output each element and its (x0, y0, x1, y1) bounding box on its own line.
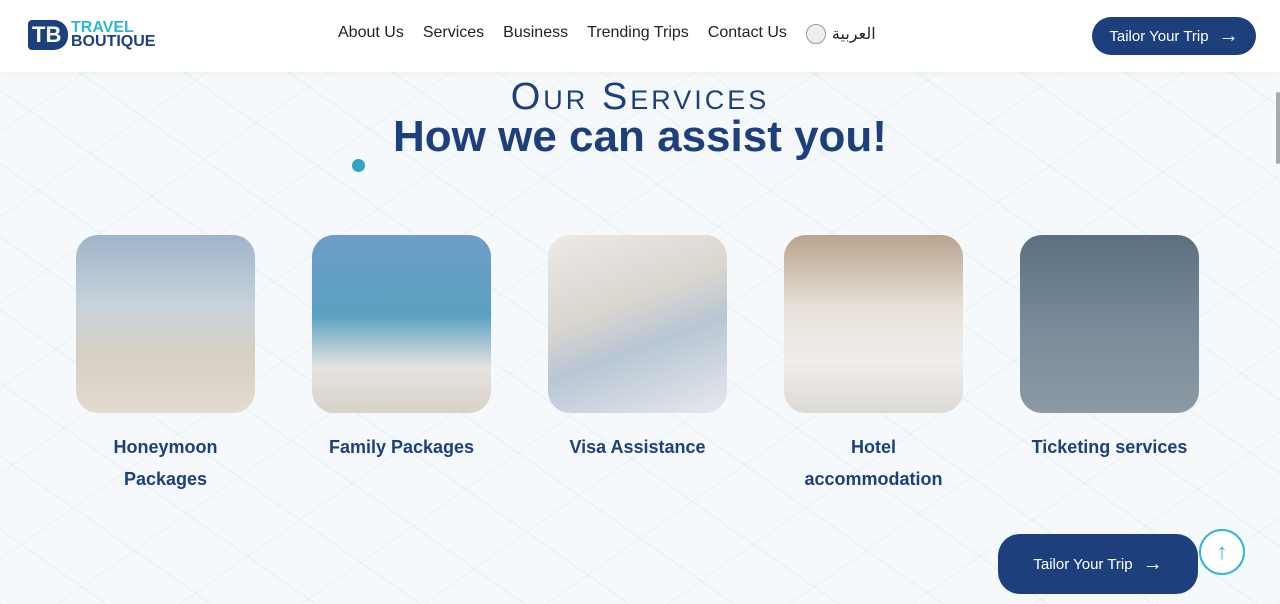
service-image (76, 235, 255, 413)
nav-trending-trips[interactable]: Trending Trips (587, 24, 689, 44)
scrollbar[interactable] (1276, 92, 1280, 164)
arrow-right-icon: → (1142, 552, 1163, 575)
button-label: Tailor Your Trip (1109, 27, 1209, 45)
service-image (784, 235, 963, 413)
service-label: Family Packages (328, 437, 475, 457)
scroll-to-top-button[interactable]: ↑ (1199, 529, 1245, 575)
service-label: Hotel accommodation (804, 437, 943, 489)
nav-about-us[interactable]: About Us (338, 24, 404, 44)
logo[interactable]: TB TRAVEL BOUTIQUE (28, 20, 155, 50)
decorative-dot (352, 159, 365, 172)
site-header: TB TRAVEL BOUTIQUE About Us Services Busi… (0, 0, 1280, 72)
globe-icon (805, 24, 826, 44)
button-label: Tailor Your Trip (1033, 555, 1133, 573)
service-card-hotel[interactable]: Hotel accommodation (784, 235, 963, 495)
nav-contact-us[interactable]: Contact Us (708, 24, 787, 44)
service-label: Honeymoon Packages (113, 437, 218, 489)
service-card-family[interactable]: Family Packages (312, 235, 491, 463)
tailor-trip-header-button[interactable]: Tailor Your Trip → (1092, 17, 1256, 55)
arrow-up-icon: ↑ (1216, 539, 1228, 564)
nav-services[interactable]: Services (423, 24, 484, 44)
nav-business[interactable]: Business (503, 24, 568, 44)
logo-line2: BOUTIQUE (71, 33, 156, 50)
language-label: العربية (831, 26, 876, 43)
service-label: Visa Assistance (569, 437, 706, 457)
language-switch[interactable]: العربية (805, 24, 876, 44)
logo-mark: TB (28, 20, 68, 50)
section-title: How we can assist you! (393, 112, 887, 161)
arrow-right-icon: → (1218, 24, 1239, 47)
service-card-visa[interactable]: Visa Assistance (548, 235, 727, 463)
tailor-trip-floating-button[interactable]: Tailor Your Trip → (998, 534, 1198, 594)
service-card-ticketing[interactable]: Ticketing services (1020, 235, 1199, 463)
service-label: Ticketing services (1031, 437, 1188, 457)
service-image (312, 235, 491, 413)
service-image (548, 235, 727, 413)
service-card-honeymoon[interactable]: Honeymoon Packages (76, 235, 255, 495)
service-image (1020, 235, 1199, 413)
main-nav: About Us Services Business Trending Trip… (338, 24, 876, 44)
